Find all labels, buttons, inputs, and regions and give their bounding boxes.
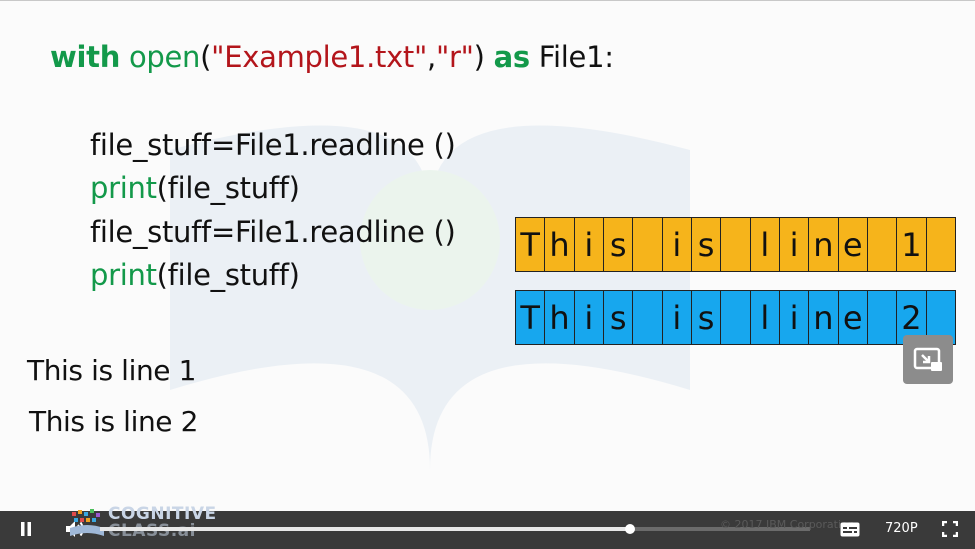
line2-cell: i (575, 291, 604, 344)
line2-character-cells: Thisisline2 (515, 290, 956, 345)
copyright-text: © 2017 IBM Corporation (720, 518, 855, 531)
output-line-2: This is line 2 (29, 405, 199, 438)
line1-cell: i (780, 218, 810, 271)
code-line-readline-1: file_stuff=File1.readline () (90, 128, 456, 162)
line2-cell (868, 291, 898, 344)
line2-cell: l (751, 291, 780, 344)
string-filename: "Example1.txt" (211, 40, 428, 74)
line2-cell: s (692, 291, 722, 344)
line1-cell: n (809, 218, 839, 271)
cognitive-class-logo: COGNITIVE CLASS.ai (68, 503, 228, 543)
paren-close: ) (473, 40, 485, 74)
code-line-readline-2: file_stuff=File1.readline () (90, 215, 456, 249)
line1-cell: e (839, 218, 868, 271)
picture-in-picture-button[interactable] (903, 335, 953, 384)
line1-character-cells: Thisisline1 (515, 217, 956, 272)
variable-file1: File1: (538, 40, 614, 74)
function-print: print (90, 258, 157, 292)
progress-fill (100, 527, 630, 531)
line1-cell (927, 218, 955, 271)
line2-cell (721, 291, 751, 344)
progress-handle[interactable] (624, 524, 635, 534)
line2-cell: T (516, 291, 546, 344)
line1-cell: s (692, 218, 722, 271)
line1-cell: T (516, 218, 546, 271)
logo-text-bottom: CLASS.ai (108, 521, 196, 541)
line2-cell: h (545, 291, 575, 344)
comma: , (427, 40, 436, 74)
logo-mark-icon (70, 509, 104, 536)
function-print: print (90, 171, 157, 205)
code-line-print-1: print(file_stuff) (90, 171, 300, 205)
line2-cell: i (663, 291, 692, 344)
line2-cell: n (809, 291, 839, 344)
line1-cell (721, 218, 751, 271)
fullscreen-button[interactable] (938, 517, 962, 541)
video-player[interactable]: with open("Example1.txt","r") as File1: … (0, 0, 975, 549)
line2-cell: i (780, 291, 810, 344)
top-border (0, 0, 975, 1)
line1-cell: h (545, 218, 575, 271)
paren-open: ( (200, 40, 212, 74)
captions-icon (840, 522, 860, 536)
line1-cell: s (604, 218, 634, 271)
string-mode: "r" (435, 40, 474, 74)
keyword-as: as (493, 40, 531, 74)
line1-cell: i (575, 218, 604, 271)
line1-cell (633, 218, 663, 271)
print-args: (file_stuff) (156, 171, 300, 205)
pause-icon (21, 522, 31, 536)
progress-bar[interactable] (100, 524, 810, 534)
line1-cell: 1 (897, 218, 927, 271)
line2-cell: s (604, 291, 634, 344)
line2-cell (633, 291, 663, 344)
fullscreen-icon (942, 521, 958, 537)
picture-in-picture-icon (913, 347, 942, 371)
captions-button[interactable] (838, 518, 862, 540)
output-line-1: This is line 1 (27, 354, 197, 387)
print-args: (file_stuff) (156, 258, 300, 292)
pause-button[interactable] (14, 517, 38, 541)
code-line-with-open: with open("Example1.txt","r") as File1: (50, 40, 614, 74)
function-open: open (128, 40, 201, 74)
keyword-with: with (50, 40, 121, 74)
code-line-print-2: print(file_stuff) (90, 258, 300, 292)
quality-selector[interactable]: 720P (885, 521, 918, 536)
line1-cell: l (751, 218, 780, 271)
line1-cell: i (663, 218, 692, 271)
line1-cell (868, 218, 898, 271)
line2-cell: e (839, 291, 868, 344)
